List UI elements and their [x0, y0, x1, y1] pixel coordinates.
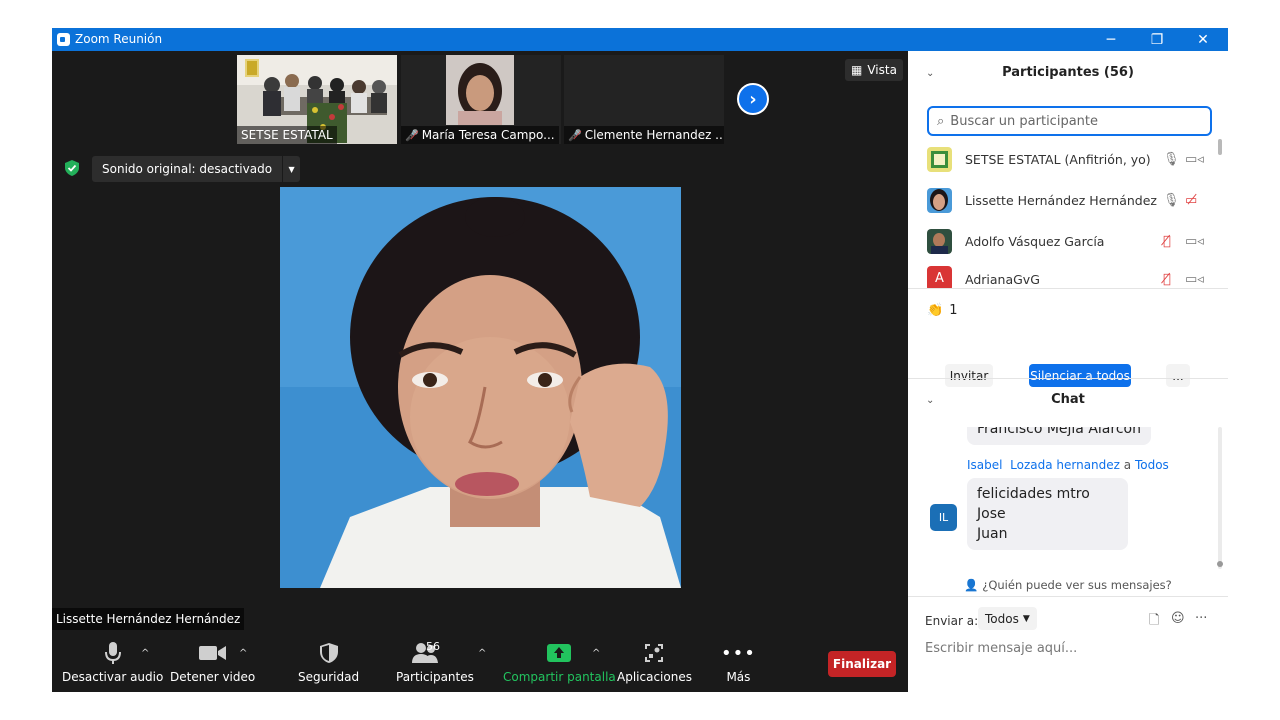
dropdown-arrow-icon[interactable]: ▼	[282, 156, 300, 182]
zoom-window: Zoom Reunión ─ ❐ ✕ SETSE ESTATAL 🎤̸ Marí…	[52, 28, 1228, 692]
file-icon[interactable]: 🗋	[1149, 611, 1159, 633]
participant-row[interactable]: Adolfo Vásquez García 🎙̸ ▭◃	[908, 221, 1218, 261]
search-icon: ⌕	[937, 113, 945, 129]
microphone-icon	[103, 640, 123, 666]
close-button[interactable]: ✕	[1180, 28, 1226, 51]
security-button[interactable]: Seguridad	[298, 640, 359, 684]
divider	[908, 288, 1228, 289]
mic-muted-icon: 🎤̸	[405, 128, 419, 142]
gallery-strip: SETSE ESTATAL 🎤̸ María Teresa Campo... 🎤̸…	[52, 51, 908, 147]
video-off-icon: ▭̸	[1185, 192, 1198, 208]
chat-sender-avatar: IL	[930, 504, 957, 531]
security-shield-icon	[319, 640, 339, 666]
clapping-hands-icon: 👏	[927, 303, 944, 318]
participant-row[interactable]: Lissette Hernández Hernández 🎙 ▭̸	[908, 180, 1218, 220]
meeting-toolbar: Desactivar audio ^ Detener video ^ Segur…	[52, 630, 908, 692]
share-screen-button[interactable]: Compartir pantalla	[503, 640, 616, 684]
participant-list-scrollbar[interactable]	[1218, 139, 1222, 279]
participants-count-badge: 56	[426, 640, 440, 653]
title-bar: Zoom Reunión ─ ❐ ✕	[52, 28, 1228, 51]
divider	[908, 378, 1228, 379]
more-dots-icon[interactable]: ···	[1195, 611, 1207, 626]
microphone-icon: 🎙	[1163, 151, 1180, 167]
zoom-app-icon	[57, 33, 70, 46]
speaker-video-frame	[280, 187, 681, 588]
more-button[interactable]: ••• Más	[721, 640, 756, 685]
encryption-shield-icon	[65, 160, 79, 176]
more-dots-icon: •••	[721, 642, 756, 664]
chevron-down-icon: ▼	[1022, 613, 1030, 624]
video-options-caret-icon[interactable]: ^	[239, 648, 247, 659]
participant-avatar	[927, 146, 952, 172]
chat-message: Francisco Mejía Alarcón	[967, 427, 1151, 445]
send-to-select[interactable]: Todos ▼	[978, 607, 1037, 630]
audio-options-caret-icon[interactable]: ^	[141, 648, 149, 659]
restore-button[interactable]: ❐	[1134, 28, 1180, 51]
active-speaker-name: Lissette Hernández Hernández	[52, 608, 245, 630]
minimize-button[interactable]: ─	[1088, 28, 1134, 51]
video-camera-icon	[198, 640, 227, 666]
mic-muted-icon: 🎤̸	[568, 128, 582, 142]
chat-message-input[interactable]: Escribir mensaje aquí...	[925, 641, 1077, 656]
microphone-icon: 🎙	[1163, 192, 1180, 208]
window-title: Zoom Reunión	[75, 32, 163, 46]
mute-audio-button[interactable]: Desactivar audio	[62, 640, 163, 684]
participants-options-caret-icon[interactable]: ^	[478, 648, 486, 659]
video-thumb-maria[interactable]: 🎤̸ María Teresa Campo...	[401, 55, 561, 144]
share-options-caret-icon[interactable]: ^	[592, 648, 600, 659]
next-page-button[interactable]: ›	[737, 83, 769, 115]
more-options-button[interactable]: ...	[1166, 364, 1190, 387]
participants-button[interactable]: 56 Participantes	[396, 640, 474, 684]
thumb-name-setse: SETSE ESTATAL	[237, 126, 337, 144]
end-meeting-button[interactable]: Finalizar	[828, 651, 896, 677]
active-speaker-video	[280, 187, 681, 588]
participant-avatar: A	[927, 266, 952, 288]
divider	[908, 596, 1228, 597]
invite-button[interactable]: Invitar	[945, 364, 993, 387]
thumb-name-clemente: 🎤̸ Clemente Hernandez ...	[564, 126, 724, 144]
chat-message: felicidades mtro Jose Juan	[967, 478, 1128, 550]
original-sound-button[interactable]: Sonido original: desactivado ▼	[92, 156, 301, 182]
side-panel: ⌄ Participantes (56) ⌕ Buscar un partici…	[908, 51, 1228, 692]
chat-title: Chat	[1051, 392, 1085, 407]
chat-scrollbar[interactable]	[1217, 427, 1223, 569]
send-to-label: Enviar a:	[925, 614, 979, 628]
chat-sender-line: Isabel Lozada hernandez a Todos	[967, 458, 1169, 472]
mic-muted-icon: 🎙̸	[1163, 233, 1171, 249]
raised-hands-summary: 👏 1	[927, 303, 958, 318]
apps-icon	[644, 640, 664, 666]
video-thumb-clemente[interactable]: 🎤̸ Clemente Hernandez ...	[564, 55, 724, 144]
share-screen-icon	[547, 640, 572, 666]
mic-muted-icon: 🎙̸	[1163, 272, 1171, 287]
participant-row[interactable]: SETSE ESTATAL (Anfitrión, yo) 🎙 ▭◃	[908, 139, 1218, 179]
emoji-icon[interactable]: ☺	[1171, 611, 1185, 626]
participant-row[interactable]: A AdrianaGvG 🎙̸ ▭◃	[908, 262, 1218, 288]
person-lock-icon: 👤	[964, 578, 979, 592]
mute-all-button[interactable]: Silenciar a todos	[1029, 364, 1131, 387]
stop-video-button[interactable]: Detener video	[170, 640, 255, 684]
participant-avatar	[927, 228, 952, 254]
view-button[interactable]: ▦ Vista	[845, 59, 903, 81]
video-camera-icon: ▭◃	[1185, 233, 1204, 249]
participant-avatar	[927, 187, 952, 213]
apps-button[interactable]: Aplicaciones	[617, 640, 692, 684]
video-area: SETSE ESTATAL 🎤̸ María Teresa Campo... 🎤̸…	[52, 51, 908, 692]
participant-search-input[interactable]: ⌕ Buscar un participante	[927, 106, 1212, 136]
video-camera-icon: ▭◃	[1185, 151, 1204, 167]
video-camera-icon: ▭◃	[1185, 272, 1204, 287]
grid-icon: ▦	[851, 63, 863, 77]
thumb-name-maria: 🎤̸ María Teresa Campo...	[401, 126, 559, 144]
participants-title: Participantes (56)	[1002, 65, 1134, 80]
video-thumb-setse[interactable]: SETSE ESTATAL	[237, 55, 397, 144]
message-visibility-link[interactable]: 👤 ¿Quién puede ver sus mensajes?	[908, 578, 1228, 592]
